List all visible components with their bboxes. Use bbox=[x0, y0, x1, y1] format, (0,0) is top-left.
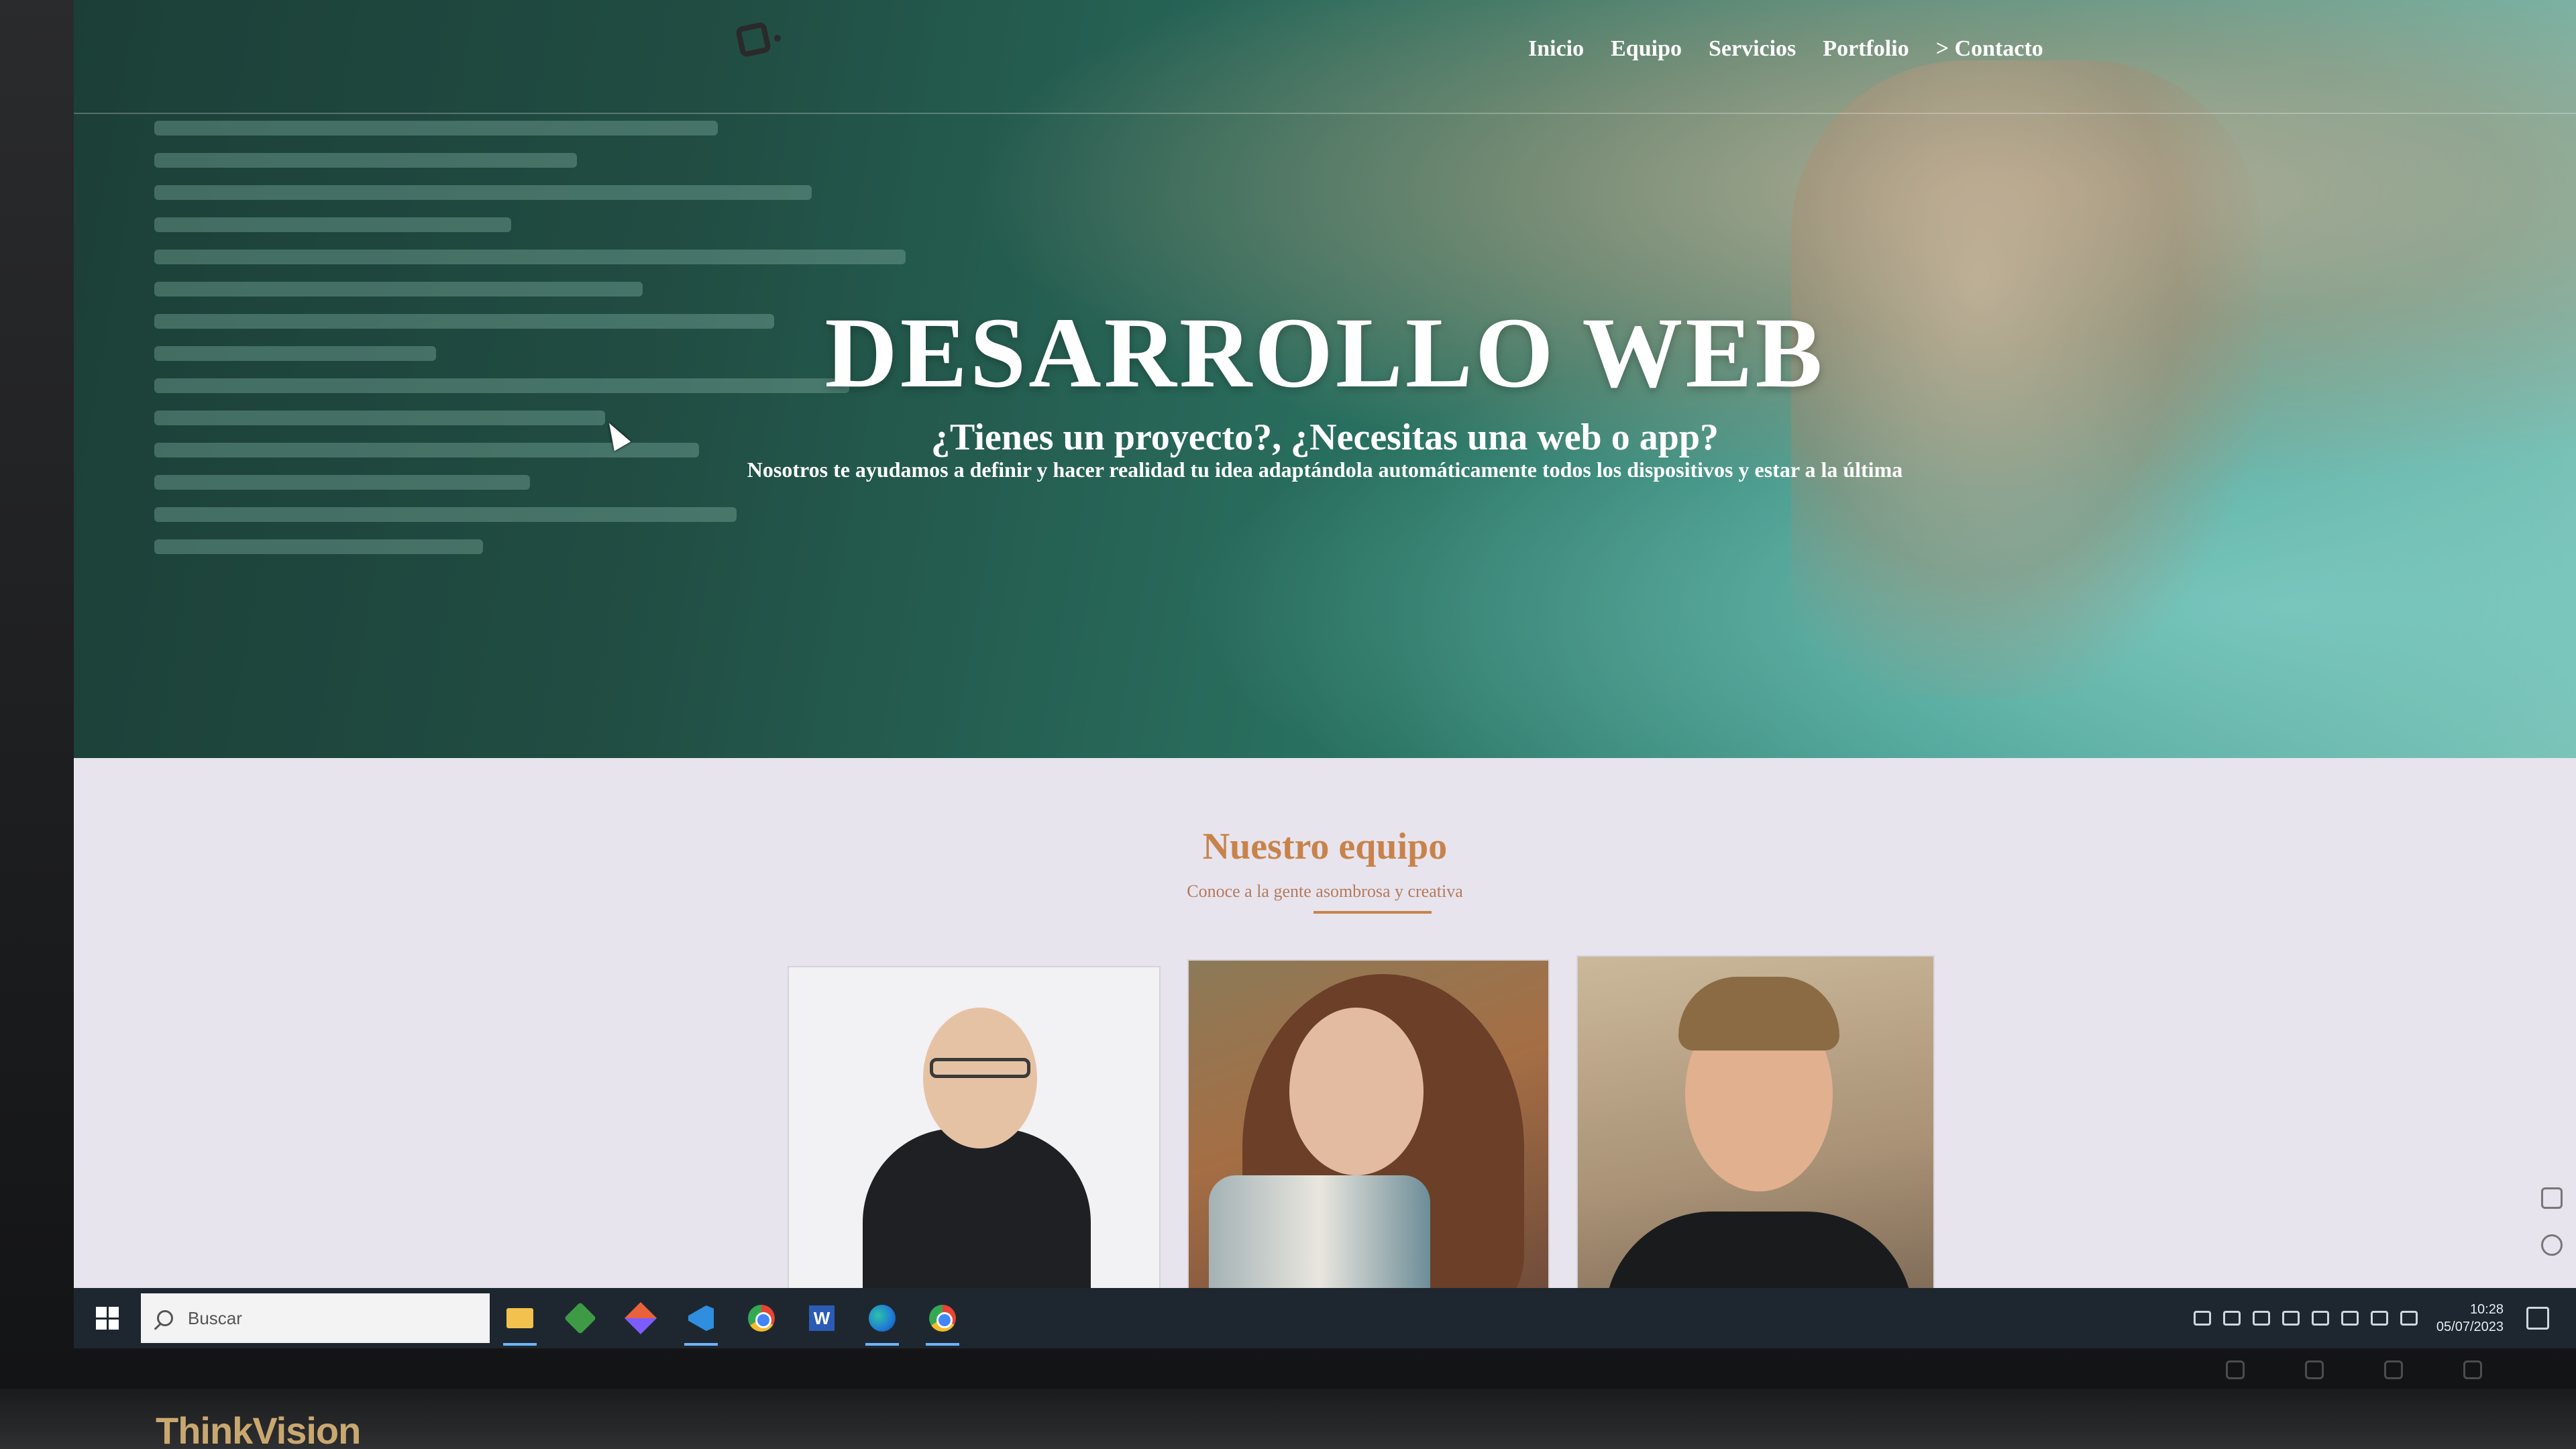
notification-icon[interactable] bbox=[2526, 1307, 2549, 1330]
monitor-power-button bbox=[2463, 1360, 2482, 1379]
tray-app-icon[interactable] bbox=[2252, 1311, 2270, 1326]
team-title-underline bbox=[1313, 911, 1432, 914]
hero-section: Inicio Equipo Servicios Portfolio > Cont… bbox=[74, 0, 2576, 758]
vscode-icon bbox=[688, 1305, 714, 1331]
hero-title: DESARROLLO WEB bbox=[824, 297, 1825, 409]
security-icon[interactable] bbox=[2282, 1311, 2300, 1326]
clock-time: 10:28 bbox=[2469, 1302, 2504, 1317]
chrome-icon bbox=[929, 1305, 956, 1332]
monitor-buttons bbox=[2226, 1360, 2482, 1379]
screen: Inicio Equipo Servicios Portfolio > Cont… bbox=[74, 0, 2576, 1348]
chrome-icon bbox=[748, 1305, 775, 1332]
folder-icon bbox=[506, 1308, 533, 1328]
team-member-card[interactable] bbox=[1187, 959, 1550, 1308]
nav-item-inicio[interactable]: Inicio bbox=[1528, 36, 1584, 62]
clock-date: 05/07/2023 bbox=[2436, 1320, 2504, 1334]
member-photo-head bbox=[923, 1008, 1037, 1148]
monitor-button bbox=[2226, 1360, 2245, 1379]
nav-menu: Inicio Equipo Servicios Portfolio > Cont… bbox=[1528, 36, 2043, 62]
monitor-button bbox=[2305, 1360, 2324, 1379]
team-member-card[interactable] bbox=[788, 966, 1161, 1315]
battery-icon[interactable] bbox=[2341, 1311, 2359, 1326]
git-icon bbox=[624, 1301, 657, 1335]
monitor-chin bbox=[0, 1389, 2576, 1449]
taskbar-clock[interactable]: 10:28 05/07/2023 bbox=[2430, 1301, 2504, 1336]
taskbar-green-app[interactable] bbox=[550, 1288, 610, 1348]
taskbar-vscode[interactable] bbox=[671, 1288, 731, 1348]
hero-description: Nosotros te ayudamos a definir y hacer r… bbox=[747, 458, 1903, 482]
nav-item-equipo[interactable]: Equipo bbox=[1611, 36, 1682, 62]
taskbar-search-placeholder: Buscar bbox=[188, 1307, 242, 1328]
taskbar-apps: W bbox=[490, 1288, 973, 1348]
taskbar-edge[interactable] bbox=[852, 1288, 912, 1348]
cloud-icon[interactable] bbox=[2193, 1311, 2211, 1326]
bluetooth-icon[interactable] bbox=[2222, 1311, 2241, 1326]
start-button[interactable] bbox=[74, 1288, 141, 1348]
taskbar-search[interactable]: Buscar bbox=[141, 1293, 490, 1343]
nav-item-portfolio[interactable]: Portfolio bbox=[1823, 36, 1909, 62]
side-panel-icon[interactable] bbox=[2541, 1187, 2563, 1209]
network-icon[interactable] bbox=[2311, 1311, 2329, 1326]
logo-icon[interactable] bbox=[735, 21, 772, 58]
team-member-card[interactable] bbox=[1576, 955, 1935, 1304]
navbar: Inicio Equipo Servicios Portfolio > Cont… bbox=[74, 0, 2576, 114]
taskbar-git-app[interactable] bbox=[610, 1288, 671, 1348]
team-cards bbox=[788, 955, 1995, 1315]
member-photo-head bbox=[1289, 1008, 1424, 1175]
monitor-button bbox=[2384, 1360, 2403, 1379]
green-cube-icon bbox=[564, 1301, 597, 1335]
taskbar-chrome[interactable] bbox=[731, 1288, 792, 1348]
edge-icon bbox=[869, 1305, 896, 1332]
word-icon: W bbox=[809, 1305, 835, 1331]
settings-gear-icon[interactable] bbox=[2541, 1234, 2563, 1256]
volume-icon[interactable] bbox=[2370, 1311, 2388, 1326]
hero-subtitle: ¿Tienes un proyecto?, ¿Necesitas una web… bbox=[930, 417, 1719, 458]
nav-item-contacto[interactable]: > Contacto bbox=[1936, 36, 2043, 62]
windows-taskbar: Buscar W 10:28 05/07/2023 bbox=[74, 1288, 2576, 1348]
nav-item-servicios[interactable]: Servicios bbox=[1709, 36, 1796, 62]
search-icon bbox=[157, 1310, 173, 1326]
team-subtitle: Conoce a la gente asombrosa y creativa bbox=[1187, 881, 1463, 901]
team-section: Nuestro equipo Conoce a la gente asombro… bbox=[74, 758, 2576, 1348]
member-photo-body bbox=[863, 1128, 1091, 1313]
team-title: Nuestro equipo bbox=[1202, 826, 1448, 867]
member-photo-glasses bbox=[930, 1058, 1030, 1078]
taskbar-chrome-2[interactable] bbox=[912, 1288, 973, 1348]
taskbar-word[interactable]: W bbox=[792, 1288, 852, 1348]
taskbar-file-explorer[interactable] bbox=[490, 1288, 550, 1348]
system-tray: 10:28 05/07/2023 bbox=[2193, 1301, 2576, 1336]
member-photo-hair bbox=[1678, 977, 1839, 1051]
monitor-brand-label: ThinkVision bbox=[156, 1409, 361, 1449]
logo-dot bbox=[774, 35, 781, 42]
keyboard-icon[interactable] bbox=[2400, 1311, 2418, 1326]
windows-logo-icon bbox=[96, 1307, 119, 1330]
